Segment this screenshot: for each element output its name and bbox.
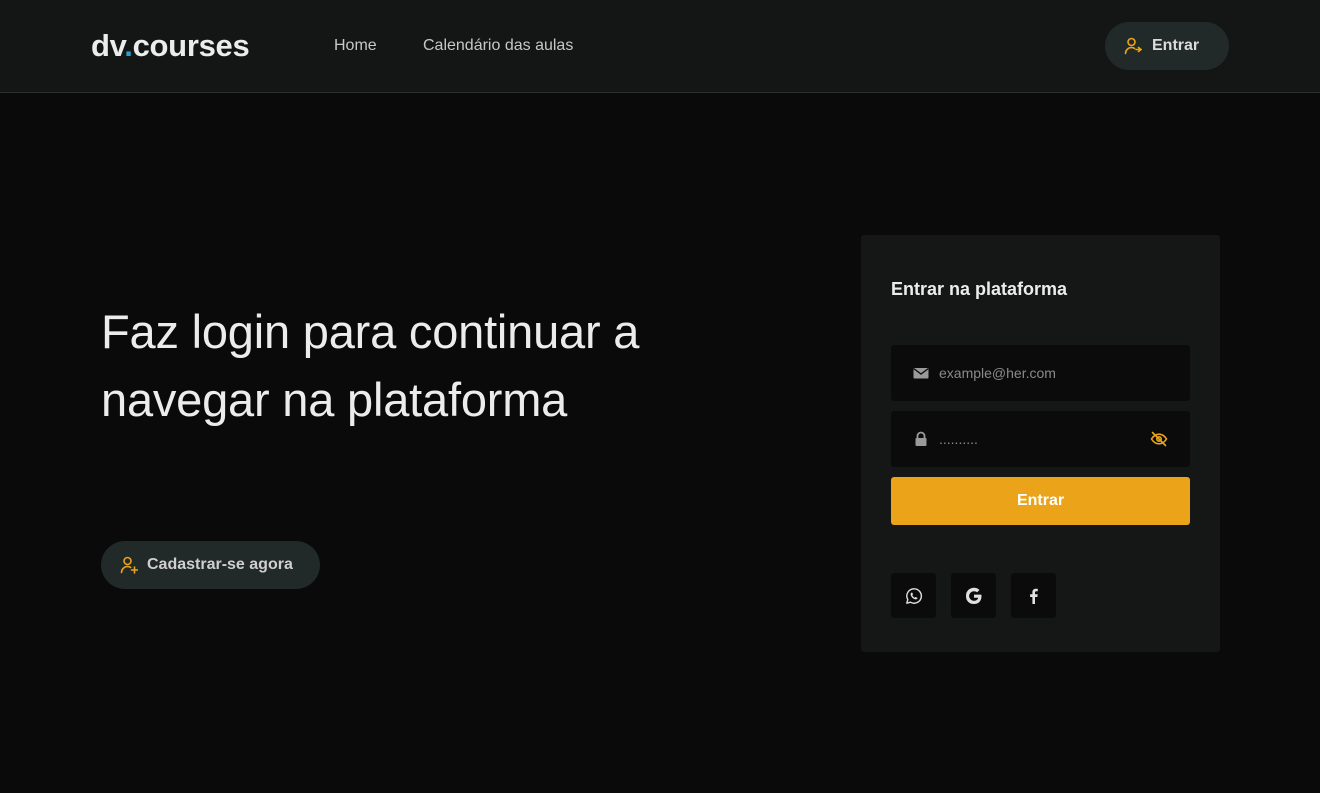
google-icon [965,587,983,605]
brand-logo[interactable]: dv.courses [91,28,250,64]
register-label: Cadastrar-se agora [147,556,293,573]
brand-name-part1: dv [91,28,125,63]
login-card: Entrar na plataforma Entrar [861,235,1220,652]
password-field [891,411,1190,467]
brand-dot: . [124,28,133,63]
email-field [891,345,1190,401]
facebook-button[interactable] [1011,573,1056,618]
facebook-icon [1025,587,1043,605]
whatsapp-button[interactable] [891,573,936,618]
top-header: dv.courses Home Calendário das aulas Ent… [0,0,1320,93]
nav-link-home[interactable]: Home [334,36,377,56]
email-input[interactable] [939,365,1139,381]
google-button[interactable] [951,573,996,618]
header-login-label: Entrar [1152,37,1200,54]
eye-slash-icon[interactable] [1150,430,1168,448]
login-card-title: Entrar na plataforma [891,279,1068,299]
whatsapp-icon [905,587,923,605]
user-add-icon [120,556,138,574]
hero-title: Faz login para continuar a navegar na pl… [101,305,640,426]
header-login-button[interactable]: Entrar [1105,22,1229,70]
nav-link-calendar[interactable]: Calendário das aulas [423,36,573,56]
login-submit-button[interactable]: Entrar [891,477,1190,525]
password-input[interactable] [939,431,1139,447]
brand-name-part2: courses [132,28,250,63]
envelope-icon [913,365,929,381]
register-button[interactable]: Cadastrar-se agora [101,541,320,589]
user-login-icon [1124,37,1142,55]
lock-icon [913,431,929,447]
